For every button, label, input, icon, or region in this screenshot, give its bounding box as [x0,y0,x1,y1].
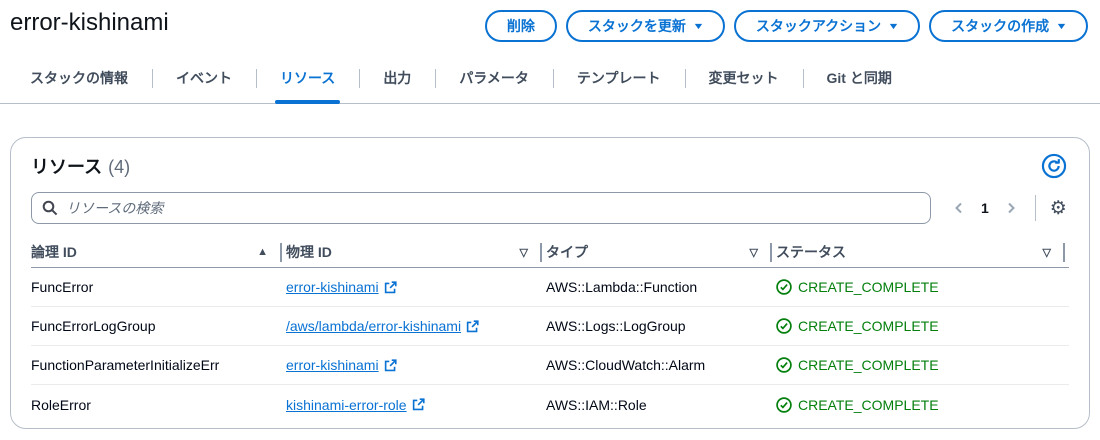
table-row: RoleError kishinami-error-role AWS::IAM:… [31,385,1069,424]
sort-ascending-icon[interactable]: ▲ [257,246,268,258]
resource-type-cell: AWS::IAM::Role [546,396,647,413]
next-page-button[interactable] [1001,198,1021,218]
physical-id-link[interactable]: error-kishinami [286,279,379,295]
delete-button[interactable]: 削除 [484,10,557,42]
sort-default-icon[interactable]: ▽ [750,246,758,259]
page-header: error-kishinami 削除 スタックを更新 ▼ スタックアクション ▼… [0,0,1100,42]
stack-name-title: error-kishinami [10,9,169,36]
resource-type-cell: AWS::CloudWatch::Alarm [546,357,706,373]
chevron-right-icon [1008,202,1015,214]
previous-page-button[interactable] [949,198,969,218]
column-resize-handle[interactable] [770,243,772,262]
tab-resources[interactable]: リソース [256,57,359,104]
panel-title-group: リソース (4) [31,153,130,179]
status-cell: CREATE_COMPLETE [776,357,1069,373]
table-row: FuncErrorLogGroup /aws/lambda/error-kish… [31,307,1069,346]
column-resize-handle[interactable] [540,243,542,262]
external-link-icon [384,358,397,371]
physical-id-link[interactable]: /aws/lambda/error-kishinami [286,318,461,334]
create-stack-button[interactable]: スタックの作成 ▼ [929,10,1088,42]
panel-title: リソース [31,157,103,177]
chevron-left-icon [955,202,962,214]
column-header-type[interactable]: タイプ ▽ [546,237,776,267]
sort-default-icon[interactable]: ▽ [520,246,528,259]
table-row: FunctionParameterInitializeErr error-kis… [31,346,1069,385]
column-header-physical-id[interactable]: 物理 ID ▽ [286,237,546,267]
refresh-button[interactable] [1039,151,1069,181]
pagination: 1 [949,198,1021,218]
resource-search-box[interactable] [31,192,931,224]
status-text: CREATE_COMPLETE [798,396,939,413]
refresh-icon [1041,153,1067,179]
logical-id-cell: FuncErrorLogGroup [31,318,156,334]
sort-default-icon[interactable]: ▽ [1043,246,1051,259]
status-cell: CREATE_COMPLETE [776,397,1069,413]
external-link-icon [466,319,479,332]
stack-actions-button[interactable]: スタックアクション ▼ [733,10,921,42]
resource-search-input[interactable] [66,200,920,216]
gear-icon: ⚙ [1049,197,1067,219]
resources-table: 論理 ID ▲ 物理 ID ▽ タイプ ▽ ステータス ▽ FuncError … [31,237,1069,424]
current-page-number[interactable]: 1 [973,200,997,216]
resource-type-cell: AWS::Logs::LogGroup [546,318,686,334]
stack-detail-tabs: スタックの情報 イベント リソース 出力 パラメータ テンプレート 変更セット … [0,57,1100,104]
toolbar-divider [1034,195,1036,221]
logical-id-cell: FuncError [31,279,94,295]
status-cell: CREATE_COMPLETE [776,279,1069,295]
logical-id-cell: FunctionParameterInitializeErr [31,357,220,373]
tab-outputs[interactable]: 出力 [359,57,435,103]
external-link-icon [384,280,397,293]
status-cell: CREATE_COMPLETE [776,318,1069,334]
stack-actions-toolbar: 削除 スタックを更新 ▼ スタックアクション ▼ スタックの作成 ▼ [484,9,1088,42]
physical-id-link[interactable]: kishinami-error-role [286,397,407,413]
resource-count-badge: (4) [108,157,131,177]
success-check-icon [776,396,792,413]
table-row: FuncError error-kishinami AWS::Lambda::F… [31,268,1069,307]
status-text: CREATE_COMPLETE [798,318,939,334]
physical-id-link[interactable]: error-kishinami [286,357,379,373]
tab-git-sync[interactable]: Git と同期 [802,57,916,103]
search-icon [42,200,58,216]
success-check-icon [776,318,792,334]
preferences-button[interactable]: ⚙ [1048,197,1069,220]
caret-down-icon: ▼ [692,20,705,31]
column-header-status[interactable]: ステータス ▽ [776,237,1069,267]
tab-template[interactable]: テンプレート [552,57,685,103]
column-header-logical-id[interactable]: 論理 ID ▲ [31,237,286,267]
caret-down-icon: ▼ [1055,20,1068,31]
status-text: CREATE_COMPLETE [798,357,939,373]
logical-id-cell: RoleError [31,396,91,413]
tab-stack-info[interactable]: スタックの情報 [30,57,152,103]
tab-change-sets[interactable]: 変更セット [684,57,803,103]
success-check-icon [776,279,792,295]
update-stack-button[interactable]: スタックを更新 ▼ [565,10,725,42]
tab-events[interactable]: イベント [152,57,256,103]
resource-type-cell: AWS::Lambda::Function [546,279,698,295]
tab-parameters[interactable]: パラメータ [435,57,553,103]
external-link-icon [412,398,425,411]
resources-panel: リソース(4) 1 [10,137,1090,429]
caret-down-icon: ▼ [887,20,900,31]
column-resize-handle[interactable] [1063,243,1065,262]
status-text: CREATE_COMPLETE [798,279,939,295]
table-header-row: 論理 ID ▲ 物理 ID ▽ タイプ ▽ ステータス ▽ [31,237,1069,268]
success-check-icon [776,357,792,373]
column-resize-handle[interactable] [280,243,282,262]
